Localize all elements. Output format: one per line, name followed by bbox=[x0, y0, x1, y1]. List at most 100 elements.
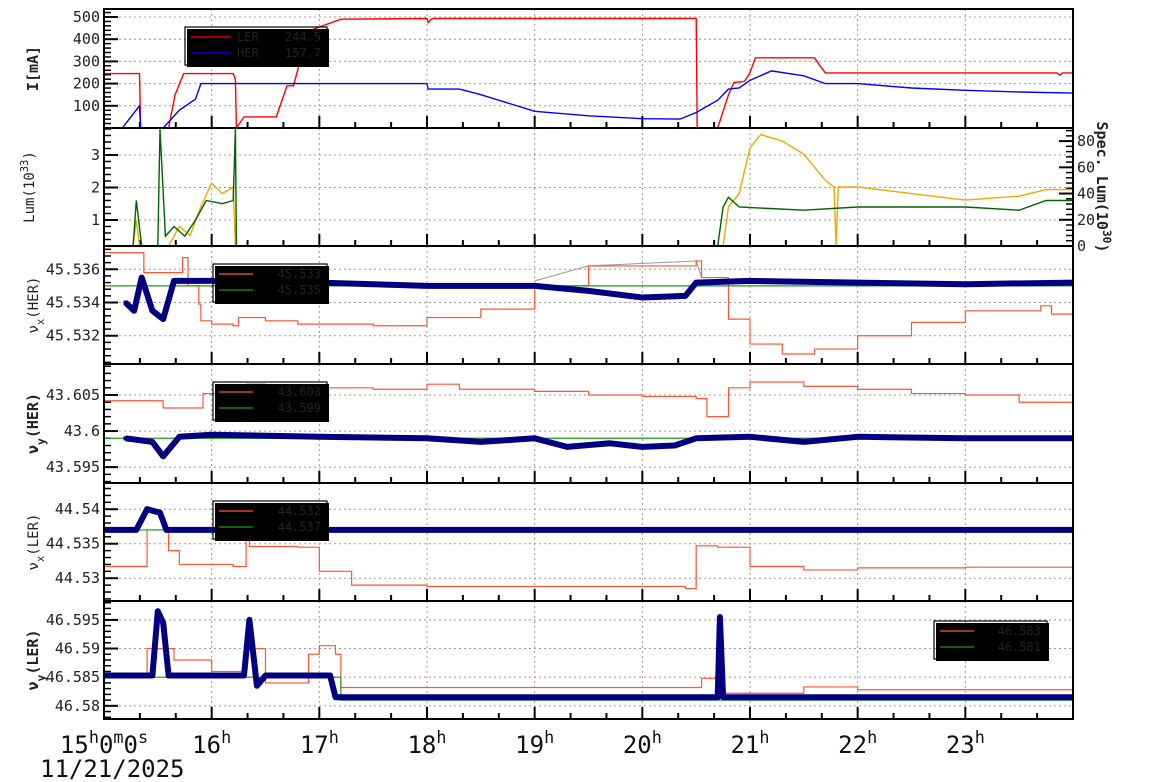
data-point bbox=[715, 695, 720, 700]
x-tick-label: 17h bbox=[300, 727, 339, 759]
legend-label: LER bbox=[237, 30, 259, 44]
data-point bbox=[134, 527, 139, 532]
data-point bbox=[254, 683, 259, 688]
series-measured-band bbox=[104, 608, 1073, 701]
data-point bbox=[855, 434, 860, 439]
y-tick-label: 44.54 bbox=[55, 500, 100, 518]
series-her-line bbox=[104, 70, 1073, 128]
y-tick-label: 100 bbox=[73, 97, 100, 115]
y-axis-label: I[mA] bbox=[24, 46, 42, 91]
series-reference-line bbox=[534, 260, 703, 282]
legend-value: 46.583 bbox=[998, 624, 1041, 638]
y-tick-label: 45.534 bbox=[46, 294, 100, 312]
y-tick-label: 46.585 bbox=[46, 668, 100, 686]
data-point bbox=[425, 283, 429, 288]
data-point bbox=[145, 507, 150, 512]
legend: 45.533 45.535 bbox=[212, 263, 329, 304]
x-tick-label: 20h bbox=[623, 727, 662, 759]
y-tick-label: 44.535 bbox=[46, 535, 100, 553]
series-set-line bbox=[104, 645, 1073, 694]
y-axis-label: Lum(1033) bbox=[19, 151, 38, 223]
y-axis-label: νx(LER) bbox=[26, 514, 47, 571]
legend-value: 45.533 bbox=[278, 267, 321, 281]
data-point bbox=[855, 280, 860, 285]
y-tick-label: 43.595 bbox=[46, 458, 100, 476]
series-spec-lum-line bbox=[104, 133, 1073, 246]
data-point bbox=[161, 620, 166, 625]
y-tick-label: 44.53 bbox=[55, 569, 100, 587]
y-axis-label: νy(HER) bbox=[24, 393, 48, 454]
y-tick-label: 200 bbox=[73, 75, 100, 93]
panel-3: 45.532 45.534 45.536νx(HER) 45.533 45.535 bbox=[26, 245, 1074, 365]
legend: 43.603 43.599 bbox=[212, 381, 329, 422]
y-tick-label: 300 bbox=[73, 52, 100, 70]
data-point bbox=[586, 288, 591, 293]
data-point bbox=[478, 439, 483, 444]
panel-4: 43.595 43.6 43.605νy(HER) 43.603 43.599 bbox=[24, 363, 1074, 484]
data-point bbox=[425, 436, 429, 441]
tune-monitor-chart: 100 200 300 400 500 I[mA] LER 244.5 HER 157.7 1 2 3 0… bbox=[19, 8, 1114, 782]
data-point bbox=[166, 673, 171, 678]
panel-6: 46.5846.58546.5946.595νy(LER) 46.58346.58… bbox=[24, 600, 1074, 720]
y-tick-label: 46.595 bbox=[46, 611, 100, 629]
data-point bbox=[164, 527, 169, 532]
y-tick-label: 43.605 bbox=[46, 386, 100, 404]
data-point bbox=[721, 695, 726, 700]
x-tick-label: 19h bbox=[515, 727, 554, 759]
data-point bbox=[155, 609, 160, 614]
data-point bbox=[150, 673, 155, 678]
data-point bbox=[608, 441, 613, 446]
data-point bbox=[177, 434, 182, 439]
y-tick-label: 45.536 bbox=[46, 260, 100, 278]
legend-value: 43.599 bbox=[278, 401, 321, 415]
y-tick-label: 45.532 bbox=[46, 327, 100, 345]
x-tick-label: 21h bbox=[730, 727, 769, 759]
data-point bbox=[683, 293, 688, 298]
data-point bbox=[123, 300, 128, 305]
data-point bbox=[157, 510, 162, 515]
data-point bbox=[139, 275, 144, 280]
y2-tick-label: 0 bbox=[1077, 237, 1086, 255]
data-point bbox=[532, 283, 537, 288]
data-point bbox=[532, 436, 537, 441]
y-axis-label: νy(LER) bbox=[24, 630, 48, 691]
data-point bbox=[640, 444, 645, 449]
legend: 46.583 46.581 bbox=[933, 620, 1049, 661]
data-point bbox=[801, 439, 806, 444]
data-point bbox=[150, 308, 155, 313]
y2-tick-label: 20 bbox=[1077, 211, 1095, 229]
data-point bbox=[748, 434, 752, 439]
legend: 44.532 44.537 bbox=[212, 500, 329, 541]
series-group bbox=[104, 608, 1073, 701]
y-tick-label: 1 bbox=[91, 211, 100, 229]
data-point bbox=[317, 434, 322, 439]
data-point bbox=[161, 454, 166, 459]
legend-label: HER bbox=[237, 46, 259, 60]
y-tick-label: 46.59 bbox=[55, 640, 100, 658]
y2-tick-label: 40 bbox=[1077, 185, 1095, 203]
y2-tick-label: 60 bbox=[1077, 158, 1095, 176]
x-tick-label: 23h bbox=[946, 727, 985, 759]
data-point bbox=[123, 436, 128, 441]
y-tick-label: 43.6 bbox=[64, 422, 100, 440]
panel-2: 1 2 3 0 20 40 60 80Spec. Lum(1030) Lum(1033) bbox=[19, 122, 1114, 255]
data-point bbox=[132, 308, 137, 313]
data-point bbox=[333, 695, 338, 700]
legend-value: 45.535 bbox=[278, 283, 321, 297]
legend: LER 244.5 HER 157.7 bbox=[184, 26, 329, 67]
x-axis-date: 11/21/2025 bbox=[40, 755, 185, 782]
y-tick-label: 3 bbox=[91, 146, 100, 164]
data-point bbox=[209, 432, 214, 437]
y-tick-label: 500 bbox=[73, 8, 100, 26]
data-point bbox=[717, 615, 722, 620]
x-tick-label: 16h bbox=[192, 727, 231, 759]
y2-tick-label: 80 bbox=[1077, 132, 1095, 150]
data-point bbox=[328, 673, 333, 678]
legend-value: 44.537 bbox=[278, 520, 321, 534]
y2-axis-label: Spec. Lum(1030) bbox=[1093, 122, 1114, 253]
legend-value: 43.603 bbox=[278, 385, 321, 399]
data-point bbox=[150, 439, 155, 444]
data-point bbox=[241, 673, 246, 678]
data-point bbox=[171, 278, 176, 283]
panel-1: 100 200 300 400 500 I[mA] LER 244.5 HER 157.7 bbox=[24, 8, 1074, 129]
